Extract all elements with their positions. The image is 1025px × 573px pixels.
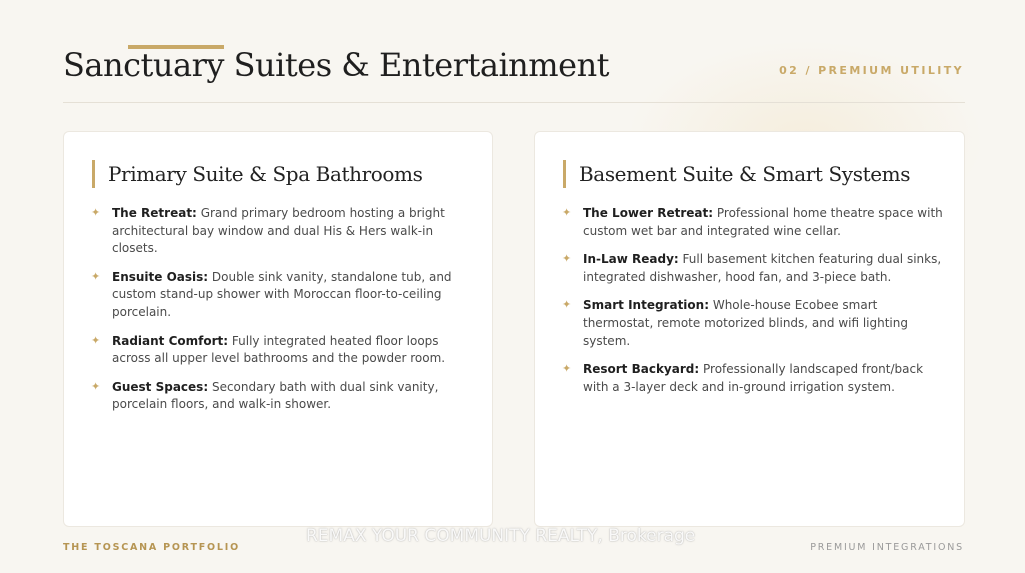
star-bullet-icon: ✦: [91, 333, 101, 347]
list-item: ✦ In-Law Ready: Full basement kitchen fe…: [562, 251, 944, 286]
list-item: ✦ Radiant Comfort: Fully integrated heat…: [91, 333, 472, 368]
footer-portfolio-label: THE TOSCANA PORTFOLIO: [63, 542, 240, 553]
feature-term: Ensuite Oasis:: [112, 269, 209, 284]
star-bullet-icon: ✦: [91, 379, 101, 393]
star-bullet-icon: ✦: [562, 252, 572, 266]
list-item: ✦ The Retreat: Grand primary bedroom hos…: [91, 205, 472, 258]
star-bullet-icon: ✦: [91, 206, 101, 219]
feature-term: The Lower Retreat:: [583, 206, 714, 220]
feature-list: ✦ The Retreat: Grand primary bedroom hos…: [91, 205, 472, 425]
page-title: Sanctuary Suites & Entertainment: [63, 46, 610, 84]
card-title: Basement Suite & Smart Systems: [563, 160, 910, 188]
brokerage-watermark: REMAX YOUR COMMUNITY REALTY, Brokerage: [306, 526, 696, 546]
card-title: Primary Suite & Spa Bathrooms: [92, 160, 423, 188]
star-bullet-icon: ✦: [562, 206, 572, 219]
star-bullet-icon: ✦: [91, 269, 101, 283]
feature-term: In-Law Ready:: [583, 252, 679, 267]
card-basement-suite: Basement Suite & Smart Systems ✦ The Low…: [534, 131, 965, 527]
feature-term: Resort Backyard:: [583, 362, 700, 377]
list-item: ✦ Smart Integration: Whole-house Ecobee …: [562, 297, 944, 350]
list-item: ✦ Guest Spaces: Secondary bath with dual…: [91, 379, 472, 414]
feature-term: Smart Integration:: [583, 298, 709, 313]
list-item: ✦ Resort Backyard: Professionally landsc…: [562, 361, 944, 396]
header-divider: [63, 102, 965, 103]
list-item: ✦ Ensuite Oasis: Double sink vanity, sta…: [91, 269, 472, 322]
star-bullet-icon: ✦: [562, 362, 572, 376]
footer-section-label: PREMIUM INTEGRATIONS: [810, 542, 964, 553]
list-item: ✦ The Lower Retreat: Professional home t…: [562, 205, 944, 240]
feature-term: Guest Spaces:: [112, 379, 209, 394]
feature-list: ✦ The Lower Retreat: Professional home t…: [562, 205, 944, 407]
section-label: 02 / PREMIUM UTILITY: [779, 64, 964, 77]
feature-term: The Retreat:: [112, 206, 197, 220]
feature-term: Radiant Comfort:: [112, 333, 229, 348]
star-bullet-icon: ✦: [562, 298, 572, 312]
card-primary-suite: Primary Suite & Spa Bathrooms ✦ The Retr…: [63, 131, 493, 527]
